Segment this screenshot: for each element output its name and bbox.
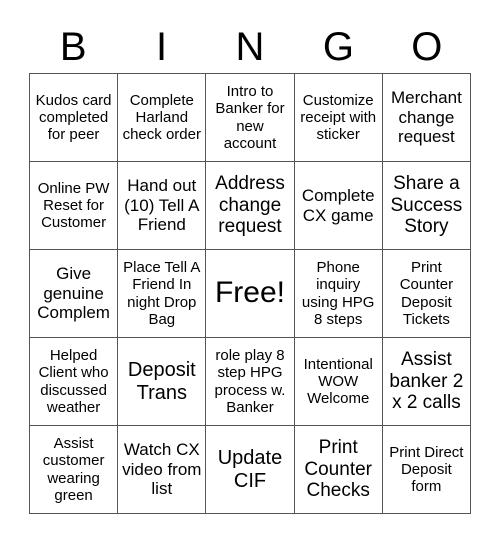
header-letter-n: N xyxy=(235,25,265,69)
header-letter-i: I xyxy=(156,25,168,69)
bingo-cell[interactable]: Print Counter Deposit Tickets xyxy=(382,250,471,338)
bingo-cell[interactable]: Online PW Reset for Customer xyxy=(30,162,119,250)
bingo-cell[interactable]: Hand out (10) Tell A Friend xyxy=(118,162,207,250)
free-space-cell[interactable]: Free! xyxy=(206,250,295,338)
bingo-cell[interactable]: Watch CX video from list xyxy=(118,426,207,514)
bingo-cell[interactable]: role play 8 step HPG process w. Banker xyxy=(206,338,295,426)
bingo-cell[interactable]: Complete Harland check order xyxy=(118,74,207,162)
bingo-cell[interactable]: Assist banker 2 x 2 calls xyxy=(382,338,471,426)
bingo-cell[interactable]: Update CIF xyxy=(206,426,295,514)
header-letter-o: O xyxy=(411,25,443,69)
bingo-cell[interactable]: Intentional WOW Welcome xyxy=(294,338,383,426)
bingo-cell[interactable]: Phone inquiry using HPG 8 steps xyxy=(294,250,383,338)
bingo-cell[interactable]: Kudos card completed for peer xyxy=(30,74,119,162)
bingo-cell[interactable]: Merchant change request xyxy=(382,74,471,162)
bingo-cell[interactable]: Intro to Banker for new account xyxy=(206,74,295,162)
header-letter-g: G xyxy=(322,25,354,69)
bingo-cell[interactable]: Address change request xyxy=(206,162,295,250)
bingo-cell[interactable]: Helped Client who discussed weather xyxy=(30,338,119,426)
header-letter-b: B xyxy=(59,25,87,69)
bingo-cell[interactable]: Print Counter Checks xyxy=(294,426,383,514)
bingo-cell[interactable]: Print Direct Deposit form xyxy=(382,426,471,514)
bingo-cell[interactable]: Assist customer wearing green xyxy=(30,426,119,514)
bingo-cell[interactable]: Give genuine Complem xyxy=(30,250,119,338)
bingo-cell[interactable]: Share a Success Story xyxy=(382,162,471,250)
bingo-cell[interactable]: Customize receipt with sticker xyxy=(294,74,383,162)
bingo-cell[interactable]: Complete CX game xyxy=(294,162,383,250)
bingo-card-grid: Kudos card completed for peer Complete H… xyxy=(29,73,471,514)
bingo-header: B I N G O xyxy=(29,22,471,72)
bingo-cell[interactable]: Place Tell A Friend In night Drop Bag xyxy=(118,250,207,338)
bingo-cell[interactable]: Deposit Trans xyxy=(118,338,207,426)
